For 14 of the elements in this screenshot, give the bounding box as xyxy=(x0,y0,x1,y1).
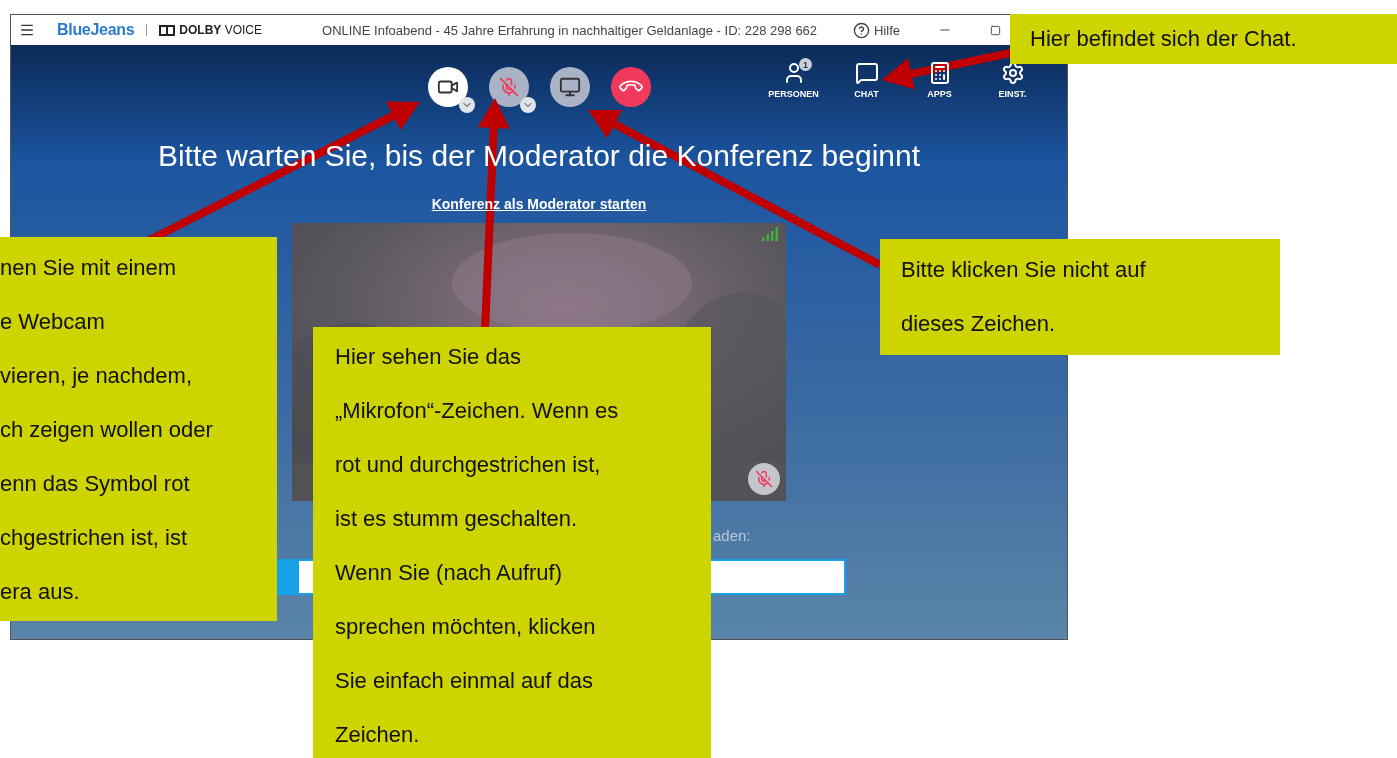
annotation-tooltip: Hier sehen Sie das „Mikrofon“-Zeichen. Wenn es rot und durchgestrichen ist, ist es stumm geschalten. Wenn Sie (nach Aufruf) sprechen möchten, klicken Sie einfach einmal auf das Zeichen. xyxy=(313,327,711,758)
annotation-tooltip: Bitte klicken Sie nicht auf dieses Zeichen. xyxy=(880,239,1280,355)
help-link[interactable]: Hilfe xyxy=(874,22,900,38)
nav-item[interactable]: CHAT xyxy=(830,61,903,99)
count-badge: 1 xyxy=(799,58,812,71)
nav-item[interactable]: APPS xyxy=(903,61,976,99)
partner-logo: DOLBY VOICE xyxy=(179,23,263,37)
annotation-tooltip: Hier befindet sich der Chat. xyxy=(1010,14,1397,64)
window-title: ONLINE Infoabend - 45 Jahre Erfahrung in nachhaltiger Geldanlage - ID: 228 298 662 xyxy=(322,22,818,38)
nav-item[interactable]: 1 PERSONEN xyxy=(757,61,830,99)
annotation-tooltip: nen Sie mit einem e Webcam vieren, je nachdem, ch zeigen wollen oder enn das Symbol rot chgestrichen ist, ist era aus. xyxy=(0,237,277,621)
invite-label: aden: xyxy=(713,527,751,545)
brand-logo: BlueJeans xyxy=(57,21,135,39)
nav-item[interactable]: EINST. xyxy=(976,61,1049,99)
